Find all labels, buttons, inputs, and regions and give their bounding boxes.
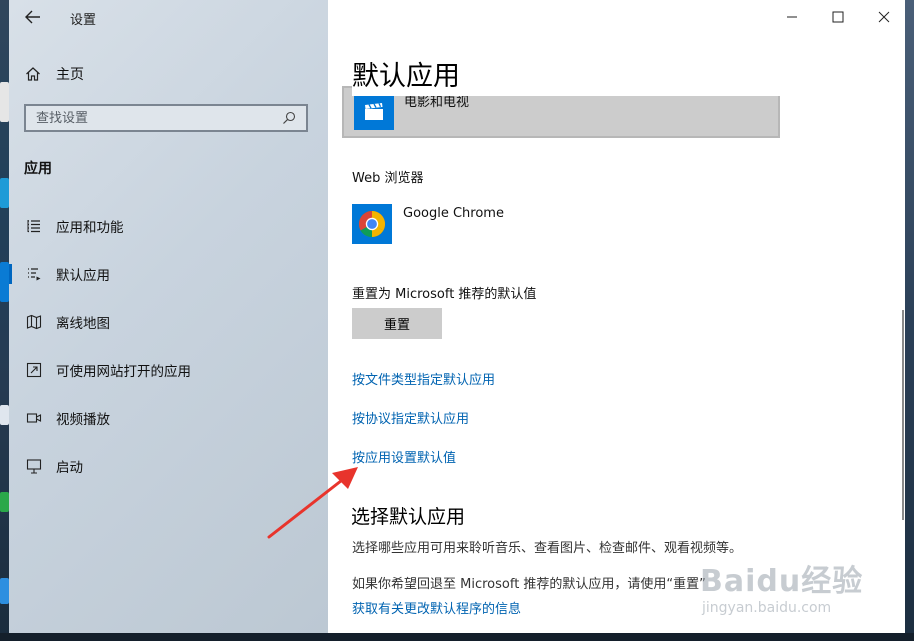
minimize-button[interactable] [769,4,815,30]
close-icon [878,11,890,23]
choose-default-apps-description: 选择哪些应用可用来聆听音乐、查看图片、检查邮件、观看视频等。 [352,541,743,556]
sidebar-item-label: 视频播放 [56,412,110,428]
back-arrow-icon [25,10,40,24]
sidebar-section-title: 应用 [24,161,52,177]
reset-note: 如果你希望回退至 Microsoft 推荐的默认应用，请使用“重置” [352,577,706,592]
sidebar-item-default-apps[interactable]: 默认应用 [9,256,328,292]
reset-button[interactable]: 重置 [352,308,442,339]
maximize-icon [832,11,844,23]
desktop-icon [0,405,9,425]
desktop-background-left [0,0,9,641]
search-input[interactable] [36,110,266,126]
close-button[interactable] [861,4,905,30]
link-by-protocol[interactable]: 按协议指定默认应用 [352,408,469,427]
sidebar-item-home[interactable]: 主页 [9,58,328,90]
sidebar-item-apps-features[interactable]: 应用和功能 [9,208,328,244]
map-icon [25,313,43,331]
search-box [24,104,308,132]
sidebar-item-video-playback[interactable]: 视频播放 [9,400,328,436]
page-title: 默认应用 [352,54,832,96]
taskbar-edge [0,633,914,641]
desktop-icon [0,492,9,512]
main-content: 电影和电视 默认应用 Web 浏览器 Google Chrome 重置为 Mic… [328,0,905,633]
settings-window: 设置 主页 应用 [9,0,905,633]
watermark-site: jingyan.baidu.com [702,600,832,616]
annotation-arrow [267,467,358,539]
web-browser-label: Web 浏览器 [352,171,424,186]
list-icon [25,217,43,235]
web-browser-app-button[interactable]: Google Chrome [352,204,504,244]
desktop-icon [0,578,9,604]
default-apps-icon [25,265,43,283]
sidebar-item-label: 可使用网站打开的应用 [56,364,191,380]
desktop-background-right [905,0,914,641]
desktop-icon [0,82,9,122]
sidebar-item-label: 应用和功能 [56,220,124,236]
sidebar-item-label: 默认应用 [56,268,110,284]
browser-app-name: Google Chrome [403,206,504,221]
minimize-icon [787,16,797,18]
home-icon [25,65,43,83]
watermark: Baidu经验 jingyan.baidu.com [690,548,890,628]
startup-icon [25,457,43,475]
maximize-button[interactable] [815,4,861,30]
search-icon[interactable] [282,109,300,127]
sidebar-item-offline-maps[interactable]: 离线地图 [9,304,328,340]
video-icon [25,409,43,427]
movies-tv-app-icon [354,94,394,130]
back-button[interactable] [23,7,43,27]
link-by-file-type[interactable]: 按文件类型指定默认应用 [352,369,495,388]
sidebar-item-label: 离线地图 [56,316,110,332]
window-title: 设置 [70,13,97,28]
active-indicator [9,264,12,284]
watermark-brand: Baidu经验 [700,564,864,599]
sidebar-item-label: 主页 [56,67,84,83]
reset-label: 重置为 Microsoft 推荐的默认值 [352,287,537,302]
link-more-info[interactable]: 获取有关更改默认程序的信息 [352,598,521,617]
open-in-icon [25,361,43,379]
desktop-icon [0,178,9,208]
sidebar-item-apps-for-websites[interactable]: 可使用网站打开的应用 [9,352,328,388]
desktop-icon [0,262,9,302]
chrome-icon [352,204,392,244]
sidebar-item-label: 启动 [56,460,83,476]
scrollbar[interactable] [902,310,904,520]
